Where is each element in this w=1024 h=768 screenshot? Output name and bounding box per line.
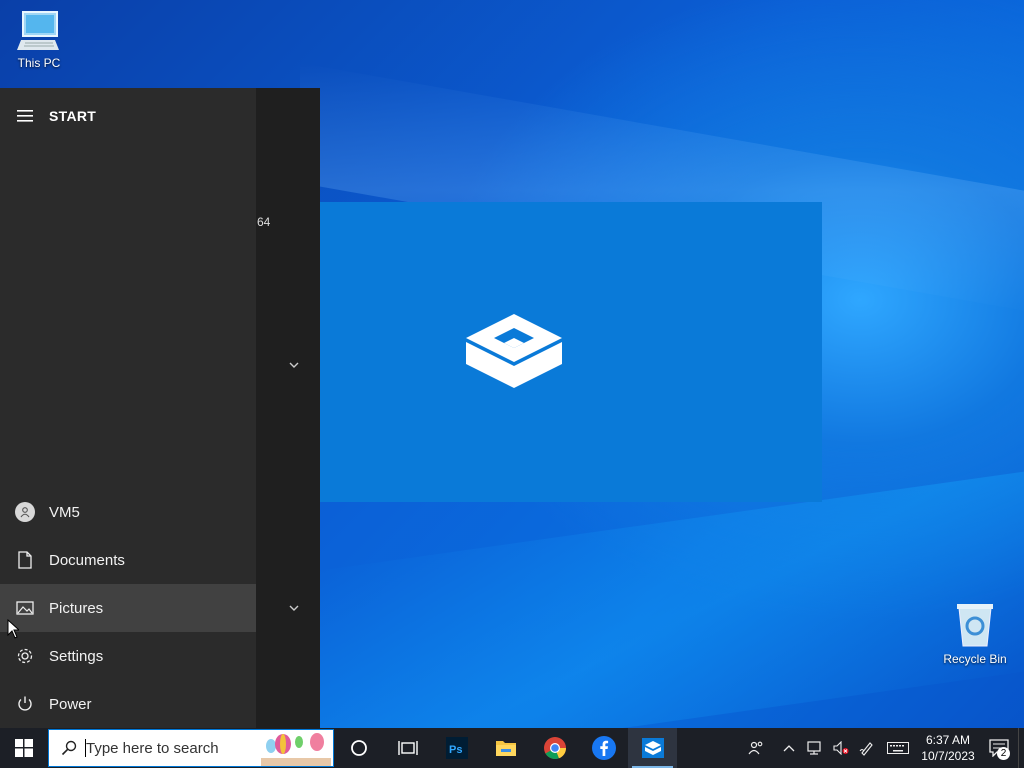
start-item-settings[interactable]: Settings [0, 632, 256, 680]
start-item-documents[interactable]: Documents [0, 536, 256, 584]
sandbox-logo-icon [466, 314, 562, 388]
user-avatar-icon [14, 502, 35, 522]
sandbox-button[interactable] [628, 728, 677, 768]
notification-count-badge: 2 [997, 747, 1010, 760]
clock-time: 6:37 AM [925, 733, 971, 747]
task-view-icon [397, 741, 418, 755]
hot-air-balloons-icon [261, 733, 331, 766]
search-box[interactable]: Type here to search [48, 729, 334, 767]
gear-icon [17, 648, 32, 664]
file-explorer-icon [495, 741, 516, 756]
task-view-button[interactable] [383, 728, 432, 768]
desktop-icon-label: This PC [17, 56, 61, 70]
start-title: START [49, 108, 97, 124]
action-center-button[interactable]: 2 [980, 728, 1018, 768]
show-desktop-button[interactable] [1018, 728, 1024, 768]
search-icon [61, 740, 77, 756]
sandbox-icon [641, 738, 664, 758]
hamburger-menu-icon[interactable] [0, 110, 49, 122]
wallpaper-light-streak [300, 466, 1024, 768]
chrome-button[interactable] [530, 728, 579, 768]
start-item-power[interactable]: Power [0, 680, 256, 728]
start-item-pictures[interactable]: Pictures [0, 584, 256, 632]
keyboard-icon[interactable] [880, 728, 916, 768]
photoshop-button[interactable]: Ps [432, 728, 481, 768]
start-item-label: Pictures [49, 599, 104, 617]
clock[interactable]: 6:37 AM 10/7/2023 [916, 732, 980, 764]
start-item-user[interactable]: VM5 [0, 488, 256, 536]
recycle-bin-icon [957, 604, 993, 647]
start-item-label: Power [49, 695, 92, 713]
start-menu: START 64 VM5 Documents Pictures Settings… [0, 88, 320, 728]
people-icon[interactable] [736, 728, 776, 768]
desktop-icon-recycle-bin[interactable]: Recycle Bin [940, 602, 1010, 666]
start-button[interactable] [0, 728, 48, 768]
document-icon [17, 551, 32, 569]
chevron-down-icon[interactable] [287, 358, 301, 372]
system-tray: 6:37 AM 10/7/2023 2 [736, 728, 1024, 768]
volume-muted-icon[interactable] [828, 728, 854, 768]
start-item-label: VM5 [49, 503, 80, 521]
start-tiles-pane [256, 88, 320, 728]
svg-text:Ps: Ps [449, 744, 462, 756]
cortana-icon [350, 740, 367, 756]
taskbar: Type here to search Ps 6:37 AM 10/7/2023… [0, 728, 1024, 768]
chevron-down-icon[interactable] [287, 601, 301, 615]
start-item-label: Settings [49, 647, 104, 665]
facebook-icon [591, 736, 616, 760]
tile-number: 64 [257, 215, 271, 229]
chrome-icon [543, 737, 566, 760]
computer-icon [17, 11, 59, 50]
facebook-button[interactable] [579, 728, 628, 768]
cortana-button[interactable] [334, 728, 383, 768]
file-explorer-button[interactable] [481, 728, 530, 768]
desktop-icon-this-pc[interactable]: This PC [4, 10, 74, 70]
app-splash-window [320, 202, 822, 502]
windows-logo-icon [15, 739, 33, 757]
chevron-up-icon[interactable] [776, 728, 802, 768]
clock-date: 10/7/2023 [921, 749, 975, 763]
mouse-cursor-icon [7, 619, 19, 639]
desktop-icon-label: Recycle Bin [943, 652, 1007, 666]
pen-icon[interactable] [854, 728, 880, 768]
search-placeholder: Type here to search [86, 739, 219, 757]
start-header: START [0, 104, 96, 128]
start-item-label: Documents [49, 551, 125, 569]
picture-icon [15, 601, 34, 615]
start-menu-list: VM5 Documents Pictures Settings Power [0, 488, 256, 728]
photoshop-icon: Ps [445, 737, 468, 759]
network-icon[interactable] [802, 728, 828, 768]
power-icon [17, 696, 32, 711]
